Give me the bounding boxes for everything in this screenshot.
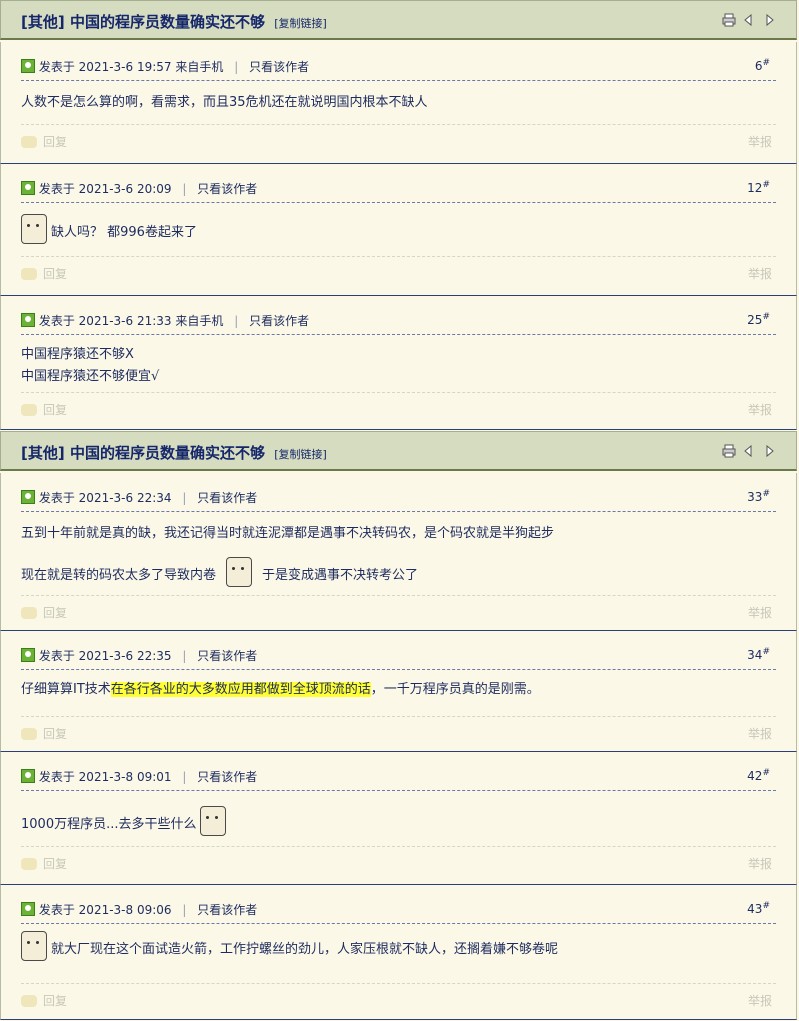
- posted-label: 发表于: [38, 314, 75, 328]
- reply-button[interactable]: 回复: [21, 133, 67, 150]
- report-button[interactable]: 举报: [748, 992, 772, 1009]
- post-content: 就大厂现在这个面试造火箭，工作拧螺丝的劲儿，人家压根就不缺人，还搁着嫌不够卷呢: [21, 931, 776, 961]
- thread-category[interactable]: [其他]: [21, 13, 65, 31]
- previous-thread-icon[interactable]: [742, 13, 756, 27]
- post-time: 2021-3-8 09:01: [78, 770, 172, 784]
- print-icon[interactable]: [722, 13, 736, 27]
- reply-icon: [21, 136, 37, 148]
- post-content: 中国程序猿还不够X 中国程序猿还不够便宜√: [21, 347, 160, 384]
- floor-number[interactable]: 34#: [747, 647, 770, 662]
- report-button[interactable]: 举报: [748, 725, 772, 742]
- reply-icon: [21, 995, 37, 1007]
- user-avatar-icon[interactable]: [21, 59, 35, 73]
- thread-title-text[interactable]: 中国的程序员数量确实还不够: [70, 13, 265, 31]
- thread-header: [其他] 中国的程序员数量确实还不够 [复制链接]: [0, 431, 797, 471]
- floor-number[interactable]: 25#: [747, 312, 770, 327]
- copy-link[interactable]: [复制链接]: [274, 448, 327, 461]
- post-time: 2021-3-6 22:34: [78, 491, 172, 505]
- copy-link[interactable]: [复制链接]: [274, 17, 327, 30]
- post: 发表于 2021-3-6 19:57 来自手机 | 只看该作者 6# 人数不是怎…: [0, 42, 797, 164]
- user-avatar-icon[interactable]: [21, 490, 35, 504]
- post-time: 2021-3-6 20:09: [78, 182, 172, 196]
- thread-title: [其他] 中国的程序员数量确实还不够 [复制链接]: [21, 11, 327, 32]
- posted-label: 发表于: [38, 182, 75, 196]
- post: 发表于 2021-3-8 09:01 | 只看该作者 42# 1000万程序员.…: [0, 752, 797, 885]
- post: 发表于 2021-3-8 09:06 | 只看该作者 43# 就大厂现在这个面试…: [0, 885, 797, 1020]
- previous-thread-icon[interactable]: [742, 444, 756, 458]
- thread-title: [其他] 中国的程序员数量确实还不够 [复制链接]: [21, 442, 327, 463]
- reply-button[interactable]: 回复: [21, 992, 67, 1009]
- only-author-link[interactable]: 只看该作者: [197, 182, 257, 196]
- floor-number[interactable]: 6#: [755, 58, 770, 73]
- post-time: 2021-3-6 22:35: [78, 649, 172, 663]
- next-thread-icon[interactable]: [762, 444, 776, 458]
- post-source: 来自手机: [175, 314, 224, 328]
- user-avatar-icon[interactable]: [21, 902, 35, 916]
- posted-label: 发表于: [38, 491, 75, 505]
- only-author-link[interactable]: 只看该作者: [197, 770, 257, 784]
- post-source: 来自手机: [175, 60, 224, 74]
- thinking-emoji-icon: [200, 806, 227, 836]
- user-avatar-icon[interactable]: [21, 769, 35, 783]
- post-content: 五到十年前就是真的缺，我还记得当时就连泥潭都是遇事不决转码农，是个码农就是半狗起…: [21, 523, 776, 587]
- highlighted-text: 在各行各业的大多数应用都做到全球顶流的话: [110, 682, 371, 697]
- reply-button[interactable]: 回复: [21, 725, 67, 742]
- report-button[interactable]: 举报: [748, 133, 772, 150]
- floor-number[interactable]: 12#: [747, 180, 770, 195]
- thread-header: [其他] 中国的程序员数量确实还不够 [复制链接]: [0, 0, 797, 40]
- shrug-emoji-icon: [21, 931, 47, 961]
- only-author-link[interactable]: 只看该作者: [197, 649, 257, 663]
- posted-label: 发表于: [38, 770, 75, 784]
- reply-icon: [21, 858, 37, 870]
- floor-number[interactable]: 33#: [747, 489, 770, 504]
- reply-icon: [21, 268, 37, 280]
- reply-button[interactable]: 回复: [21, 265, 67, 282]
- only-author-link[interactable]: 只看该作者: [197, 491, 257, 505]
- floor-number[interactable]: 43#: [747, 901, 770, 916]
- reply-button[interactable]: 回复: [21, 401, 67, 418]
- glasses-emoji-icon: [226, 557, 253, 587]
- only-author-link[interactable]: 只看该作者: [197, 903, 257, 917]
- only-author-link[interactable]: 只看该作者: [249, 314, 309, 328]
- report-button[interactable]: 举报: [748, 401, 772, 418]
- reply-icon: [21, 607, 37, 619]
- post-time: 2021-3-8 09:06: [78, 903, 172, 917]
- floor-number[interactable]: 42#: [747, 768, 770, 783]
- report-button[interactable]: 举报: [748, 855, 772, 872]
- report-button[interactable]: 举报: [748, 604, 772, 621]
- post-content: 缺人吗？ 都996卷起来了: [21, 214, 776, 244]
- post: 发表于 2021-3-6 22:35 | 只看该作者 34# 仔细算算IT技术在…: [0, 631, 797, 752]
- post: 发表于 2021-3-6 22:34 | 只看该作者 33# 五到十年前就是真的…: [0, 473, 797, 631]
- posted-label: 发表于: [38, 903, 75, 917]
- user-avatar-icon[interactable]: [21, 648, 35, 662]
- next-thread-icon[interactable]: [762, 13, 776, 27]
- post-content: 人数不是怎么算的啊，看需求，而且35危机还在就说明国内根本不缺人: [21, 95, 428, 110]
- reply-icon: [21, 728, 37, 740]
- print-icon[interactable]: [722, 444, 736, 458]
- posted-label: 发表于: [38, 649, 75, 663]
- smiley-emoji-icon: [21, 214, 47, 244]
- reply-button[interactable]: 回复: [21, 855, 67, 872]
- post-time: 2021-3-6 21:33: [78, 314, 172, 328]
- post: 发表于 2021-3-6 20:09 | 只看该作者 12# 缺人吗？ 都996…: [0, 164, 797, 296]
- user-avatar-icon[interactable]: [21, 181, 35, 195]
- thread-category[interactable]: [其他]: [21, 444, 65, 462]
- reply-button[interactable]: 回复: [21, 604, 67, 621]
- reply-icon: [21, 404, 37, 416]
- user-avatar-icon[interactable]: [21, 313, 35, 327]
- posted-label: 发表于: [38, 60, 75, 74]
- thread-title-text[interactable]: 中国的程序员数量确实还不够: [70, 444, 265, 462]
- report-button[interactable]: 举报: [748, 265, 772, 282]
- only-author-link[interactable]: 只看该作者: [249, 60, 309, 74]
- post-content: 1000万程序员...去多干些什么: [21, 806, 776, 836]
- post-time: 2021-3-6 19:57: [78, 60, 172, 74]
- post-content: 仔细算算IT技术在各行各业的大多数应用都做到全球顶流的话，一千万程序员真的是刚需…: [21, 682, 540, 697]
- post: 发表于 2021-3-6 21:33 来自手机 | 只看该作者 25# 中国程序…: [0, 296, 797, 430]
